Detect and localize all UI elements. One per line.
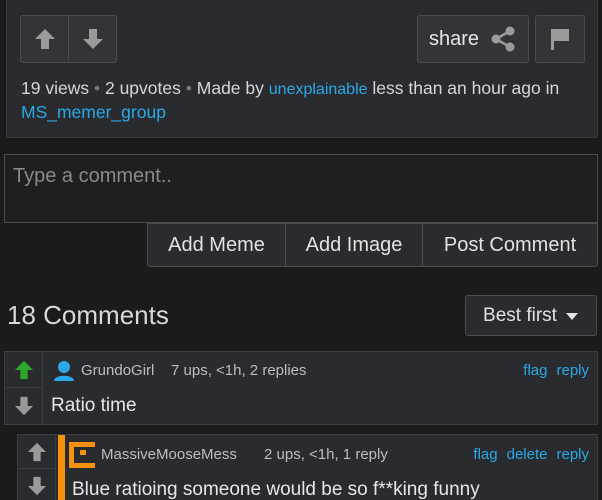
arrow-down-icon [82,29,103,49]
flag-link[interactable]: flag [473,446,497,463]
arrow-up-icon [14,360,34,379]
reply-link[interactable]: reply [556,362,589,379]
comment-stats: 7 ups, <1h, 2 replies [171,362,307,379]
comment-item: MassiveMooseMess 2 ups, <1h, 1 reply fla… [17,434,598,500]
views-count: 19 views [21,78,90,98]
upvotes-count: 2 upvotes [104,78,181,98]
add-meme-button[interactable]: Add Meme [148,224,285,266]
delete-link[interactable]: delete [507,446,548,463]
post-downvote-button[interactable] [68,16,116,62]
arrow-up-icon [34,29,55,49]
comment-vote-group [18,435,56,500]
custom-avatar-icon [68,441,96,469]
post-vote-group [20,15,117,63]
comment-text: Blue ratioing someone would be so f**kin… [72,479,480,500]
flag-post-button[interactable] [535,15,585,63]
comments-count: 18 Comments [7,300,169,330]
sort-label: Best first [483,304,557,326]
flag-link[interactable]: flag [523,362,547,379]
post-panel: share 19 views • 2 upvotes • Made by une… [6,0,598,138]
made-by-label: Made by [196,78,264,98]
comment-upvote-button[interactable] [18,435,56,469]
separator-dot: • [93,78,101,98]
compose-action-bar: Add Meme Add Image Post Comment [147,223,598,267]
post-time: less than an hour ago in [372,78,560,98]
comment-actions: flag delete reply [473,446,589,463]
comment-username[interactable]: MassiveMooseMess [101,446,237,463]
comment-item: GrundoGirl 7 ups, <1h, 2 replies flag re… [4,351,598,425]
reply-link[interactable]: reply [556,446,589,463]
comment-upvote-button[interactable] [5,352,43,388]
arrow-down-icon [27,476,47,496]
stream-link[interactable]: MS_memer_group [21,102,166,122]
share-label: share [428,27,480,50]
comment-username[interactable]: GrundoGirl [81,362,154,379]
flag-icon [551,29,569,50]
comment-text: Ratio time [51,395,137,416]
post-meta: 19 views • 2 upvotes • Made by unexplain… [21,77,581,123]
comment-placeholder: Type a comment.. [13,165,172,187]
arrow-up-icon [27,442,47,461]
caret-down-icon [565,312,578,320]
add-image-button[interactable]: Add Image [285,224,422,266]
share-icon [491,26,515,52]
post-comment-button[interactable]: Post Comment [422,224,597,266]
sort-select[interactable]: Best first [465,295,597,336]
author-link[interactable]: unexplainable [269,81,368,98]
reply-thread-bar [58,435,65,500]
user-avatar-icon [54,361,74,381]
comment-downvote-button[interactable] [18,469,56,500]
separator-dot: • [185,78,192,98]
comment-input[interactable]: Type a comment.. [4,154,598,223]
comment-vote-group [5,352,43,424]
comment-downvote-button[interactable] [5,388,43,424]
arrow-down-icon [14,396,34,416]
comment-actions: flag reply [523,362,589,379]
comment-stats: 2 ups, <1h, 1 reply [264,446,388,463]
share-button[interactable]: share [417,15,529,63]
post-upvote-button[interactable] [21,16,68,62]
